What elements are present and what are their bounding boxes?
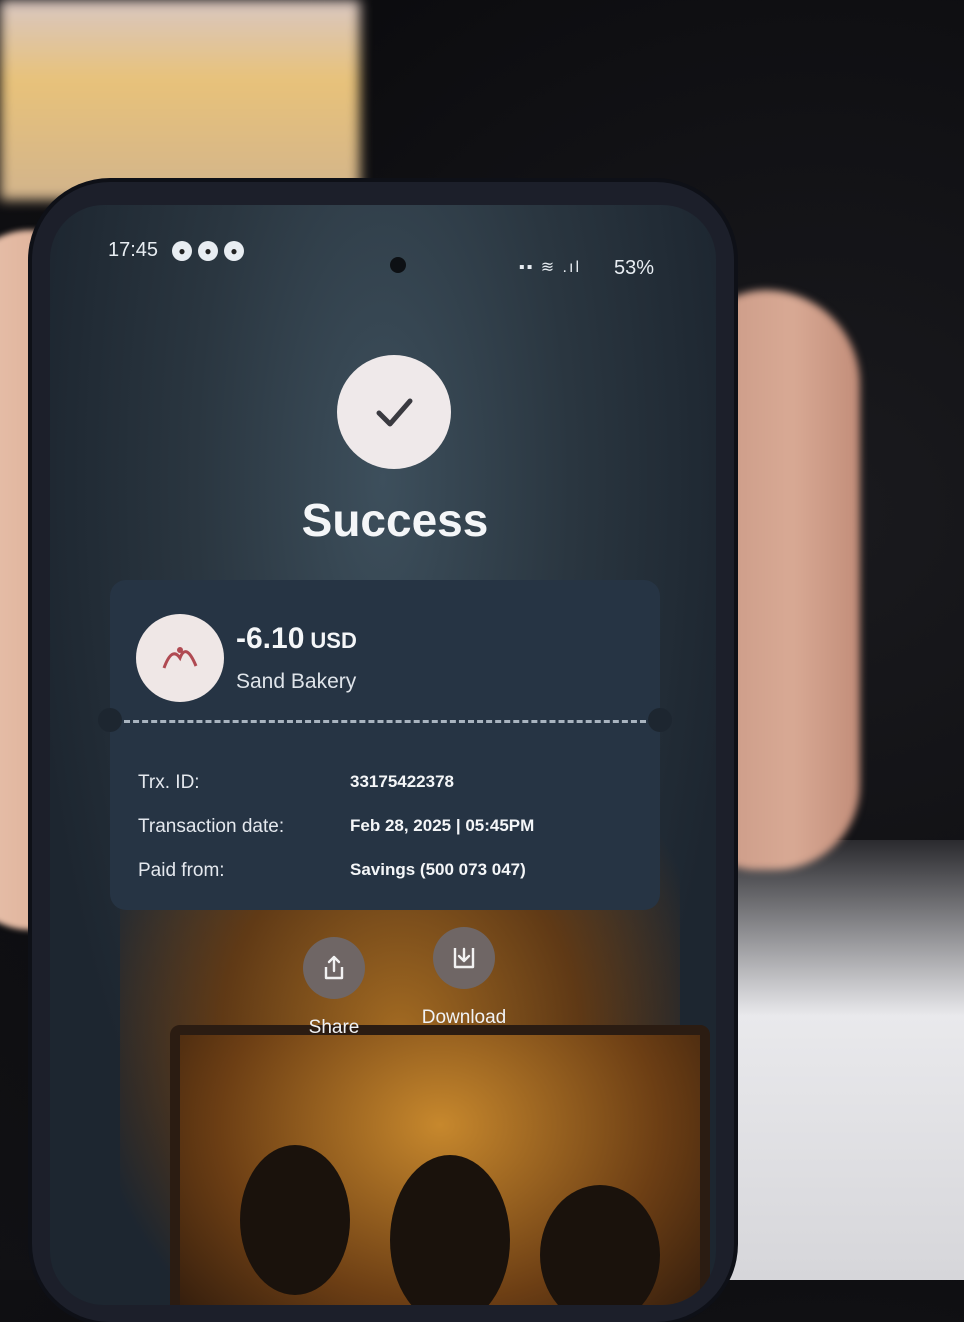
download-icon — [453, 947, 475, 969]
background-shelf — [0, 0, 360, 200]
share-button[interactable] — [303, 937, 365, 999]
download-label: Download — [421, 1007, 507, 1028]
success-title: Success — [301, 494, 489, 546]
receipt-card: -6.10 USD Sand Bakery Trx. ID: 3317542237… — [98, 580, 672, 910]
chat-icon: ● — [224, 241, 244, 261]
bakery-logo-icon — [162, 647, 198, 669]
share-action[interactable]: Share — [284, 937, 384, 1039]
transaction-date-value: Feb 28, 2025 | 05:45PM — [350, 816, 535, 835]
download-button[interactable] — [433, 927, 495, 989]
phone-screen: 17:45 ● ● ● ▪▪ ≋ .ıl 53% Success -6.10 US… — [50, 205, 716, 1305]
download-action[interactable]: Download — [414, 927, 514, 1029]
messenger-icon: ● — [198, 241, 218, 261]
success-check-badge — [337, 355, 451, 469]
wallpaper-shape — [240, 1145, 350, 1295]
status-time: 17:45 — [108, 239, 159, 261]
transaction-date-label: Transaction date: — [138, 816, 285, 837]
dashed-divider — [124, 720, 646, 723]
wallpaper-fireplace — [170, 1025, 710, 1305]
wallpaper-shape — [390, 1155, 510, 1305]
signal-icons: ▪▪ ≋ .ıl — [518, 259, 581, 276]
trx-id-value: 33175422378 — [350, 772, 455, 791]
card-notch-right — [648, 708, 672, 732]
amount-value: -6.10 — [236, 622, 305, 655]
wallpaper-shape — [540, 1185, 660, 1305]
battery-percent: 53% — [613, 257, 654, 279]
notification-icon: ● — [172, 241, 192, 261]
checkmark-icon — [376, 398, 413, 427]
merchant-logo — [136, 614, 224, 702]
front-camera — [390, 257, 406, 273]
trx-id-label: Trx. ID: — [138, 772, 200, 793]
merchant-name: Sand Bakery — [236, 670, 357, 693]
transaction-amount: -6.10 USD — [236, 622, 357, 656]
paid-from-label: Paid from: — [138, 860, 225, 881]
share-icon — [324, 955, 344, 980]
share-label: Share — [308, 1017, 360, 1038]
card-notch-left — [98, 708, 122, 732]
paid-from-value: Savings (500 073 047) — [350, 860, 526, 879]
amount-currency: USD — [310, 628, 357, 653]
